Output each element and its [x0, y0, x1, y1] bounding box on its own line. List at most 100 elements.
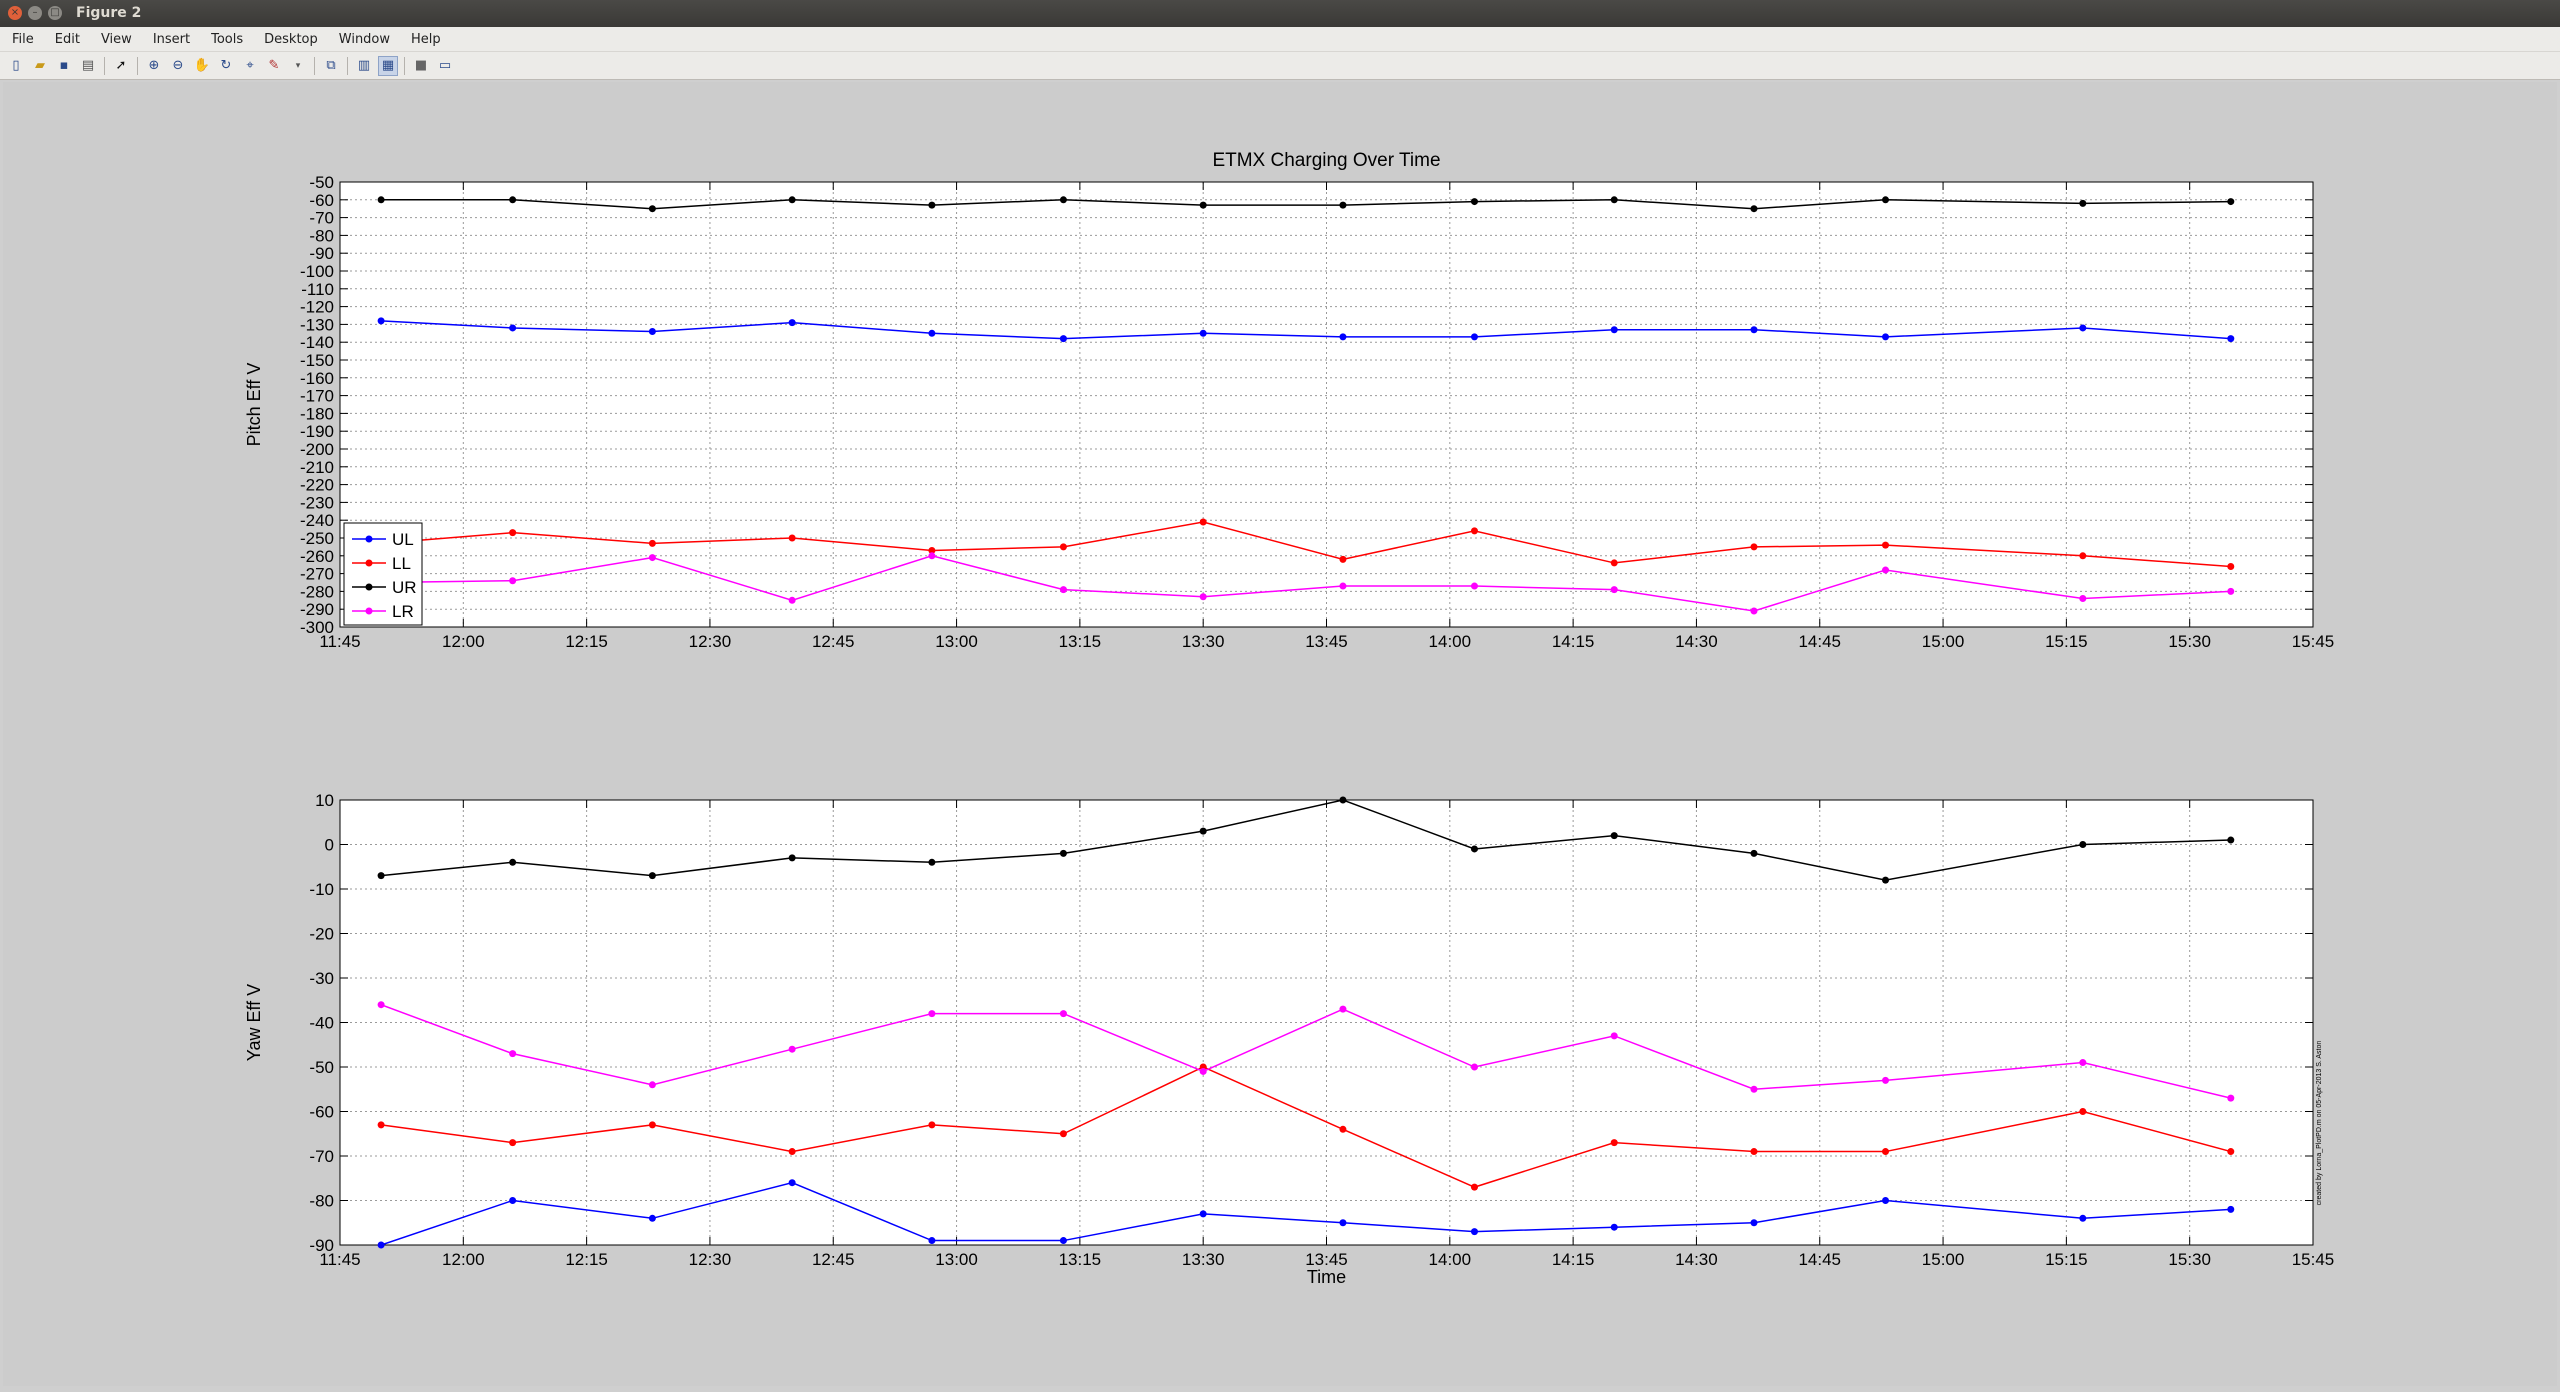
data-point-ul: [2227, 335, 2235, 343]
menu-desktop[interactable]: Desktop: [252, 32, 327, 47]
x-tick-label: 13:30: [1182, 632, 1225, 651]
save-icon[interactable]: ▪: [54, 56, 74, 76]
data-point-ur: [1750, 205, 1758, 213]
y-tick-label: -90: [309, 1236, 334, 1255]
x-tick-label: 15:00: [1922, 632, 1965, 651]
x-tick-label: 12:45: [812, 632, 855, 651]
y-tick-label: -130: [300, 315, 334, 334]
y-tick-label: -80: [309, 226, 334, 245]
x-tick-label: 12:45: [812, 1250, 855, 1269]
data-point-ur: [1882, 876, 1890, 884]
y-tick-label: -170: [300, 387, 334, 406]
data-point-ul: [788, 319, 796, 327]
data-cursor-icon[interactable]: ⌖: [240, 56, 260, 76]
data-point-ul: [1470, 333, 1478, 341]
data-point-ur: [2079, 199, 2087, 207]
rotate-icon[interactable]: ↻: [216, 56, 236, 76]
data-point-ul: [377, 317, 385, 325]
data-point-ul: [1339, 333, 1347, 341]
y-tick-label: -100: [300, 262, 334, 281]
data-point-ll: [648, 539, 656, 547]
data-point-lr: [648, 554, 656, 562]
data-point-ll: [1059, 543, 1067, 551]
y-tick-label: -220: [300, 476, 334, 495]
y-tick-label: -190: [300, 422, 334, 441]
x-tick-label: 12:15: [565, 632, 608, 651]
y-tick-label: -160: [300, 369, 334, 388]
data-point-ur: [1610, 196, 1618, 204]
x-tick-label: 14:00: [1429, 1250, 1472, 1269]
x-tick-label: 15:30: [2168, 632, 2211, 651]
menu-tools[interactable]: Tools: [199, 32, 252, 47]
y-tick-label: 10: [315, 791, 334, 810]
data-point-ur: [1750, 849, 1758, 857]
data-point-ur: [1059, 196, 1067, 204]
data-point-lr: [2227, 587, 2235, 595]
zoom-in-icon[interactable]: ⊕: [144, 56, 164, 76]
x-tick-label: 14:45: [1798, 632, 1841, 651]
data-point-ul: [2079, 324, 2087, 332]
data-point-lr: [928, 552, 936, 560]
new-figure-icon[interactable]: ▯: [6, 56, 26, 76]
data-point-ll: [788, 534, 796, 542]
menu-edit[interactable]: Edit: [43, 32, 89, 47]
legend-label-lr: LR: [392, 602, 414, 621]
print-icon[interactable]: ▤: [78, 56, 98, 76]
x-tick-label: 15:45: [2292, 632, 2335, 651]
maximize-window-icon[interactable]: □: [48, 6, 62, 20]
x-tick-label: 12:30: [689, 1250, 732, 1269]
data-point-ur: [648, 872, 656, 880]
x-tick-label: 15:00: [1922, 1250, 1965, 1269]
legend-marker-lr: [365, 607, 373, 615]
y-tick-label: -210: [300, 458, 334, 477]
data-point-lr: [509, 577, 517, 585]
menu-window[interactable]: Window: [327, 32, 399, 47]
pointer-icon[interactable]: ➚: [111, 56, 131, 76]
data-point-ll: [509, 529, 517, 537]
colorbar-icon[interactable]: ⧉: [321, 56, 341, 76]
x-tick-label: 14:30: [1675, 1250, 1718, 1269]
legend-icon[interactable]: ▥: [354, 56, 374, 76]
x-tick-label: 12:15: [565, 1250, 608, 1269]
open-file-icon[interactable]: ▰: [30, 56, 50, 76]
y-tick-label: -230: [300, 493, 334, 512]
data-point-ll: [1750, 543, 1758, 551]
charts-svg: 11:45 12:00 12:15 12:30 12:45 13:00 13:15 13:30…: [244, 150, 2335, 1287]
data-point-ul: [928, 329, 936, 337]
window-titlebar: × – □ Figure 2: [0, 0, 2560, 27]
data-point-ul: [509, 1197, 517, 1204]
data-point-ur: [2079, 841, 2087, 848]
menu-file[interactable]: File: [0, 32, 43, 47]
dock-figure-icon[interactable]: ▭: [435, 56, 455, 76]
y-tick-label: -70: [309, 1147, 334, 1166]
hide-plot-tools-icon[interactable]: ▦: [378, 55, 398, 76]
data-point-ll: [928, 1121, 936, 1129]
legend-marker-ur: [365, 583, 373, 591]
data-point-ll: [509, 1139, 517, 1147]
pan-icon[interactable]: ✋: [192, 56, 212, 76]
data-point-ul: [1750, 326, 1758, 334]
menu-help[interactable]: Help: [399, 32, 450, 47]
show-plot-tools-icon[interactable]: ■: [411, 56, 431, 76]
data-point-lr: [509, 1050, 517, 1058]
zoom-out-icon[interactable]: ⊖: [168, 56, 188, 76]
minimize-window-icon[interactable]: –: [28, 6, 42, 20]
menu-bar: File Edit View Insert Tools Desktop Wind…: [0, 27, 2560, 52]
data-point-lr: [1059, 1010, 1067, 1018]
y-tick-label: -290: [300, 600, 334, 619]
data-point-lr: [1610, 586, 1618, 594]
menu-insert[interactable]: Insert: [141, 32, 199, 47]
menu-view[interactable]: View: [89, 32, 141, 47]
data-point-ul: [1610, 1223, 1618, 1231]
link-icon[interactable]: ▾: [288, 56, 308, 76]
y-tick-label: -60: [309, 191, 334, 210]
data-point-ur: [1339, 796, 1347, 804]
y-axis-label: Pitch Eff V: [244, 363, 264, 447]
data-point-lr: [2079, 595, 2087, 603]
brush-icon[interactable]: ✎: [264, 56, 284, 76]
y-tick-label: -30: [309, 969, 334, 988]
y-tick-label: -300: [300, 618, 334, 637]
close-window-icon[interactable]: ×: [8, 6, 22, 20]
window-title: Figure 2: [76, 5, 142, 21]
x-tick-label: 14:15: [1552, 632, 1595, 651]
